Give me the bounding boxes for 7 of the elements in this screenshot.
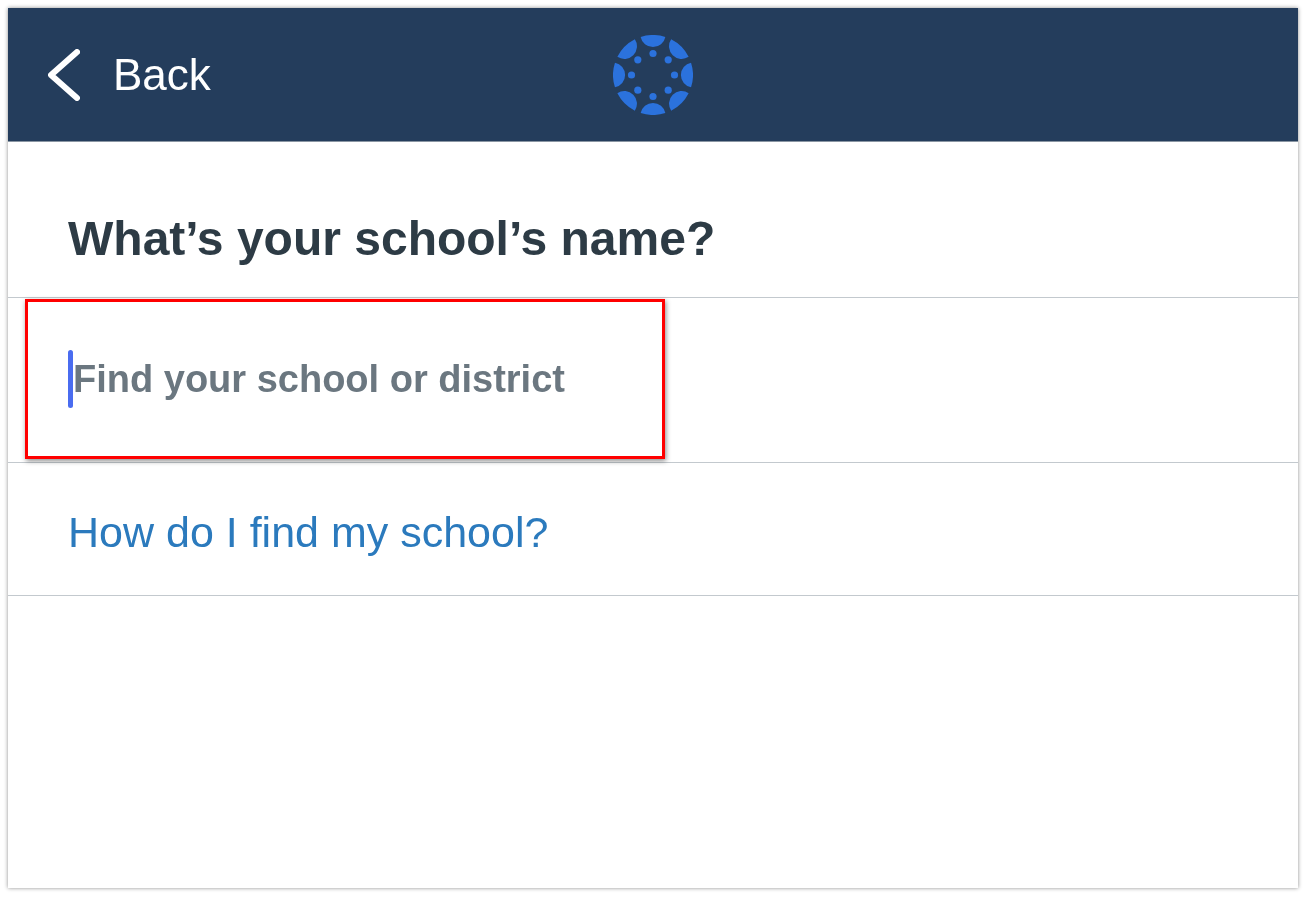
logo-icon <box>613 34 693 115</box>
back-button[interactable]: Back <box>48 48 211 101</box>
search-box[interactable]: Find your school or district <box>25 299 665 459</box>
help-link[interactable]: How do I find my school? <box>68 507 549 557</box>
search-field[interactable]: Find your school or district <box>73 353 593 405</box>
chevron-left-icon <box>48 48 80 101</box>
page-title: What’s your school’s name? <box>68 211 716 267</box>
